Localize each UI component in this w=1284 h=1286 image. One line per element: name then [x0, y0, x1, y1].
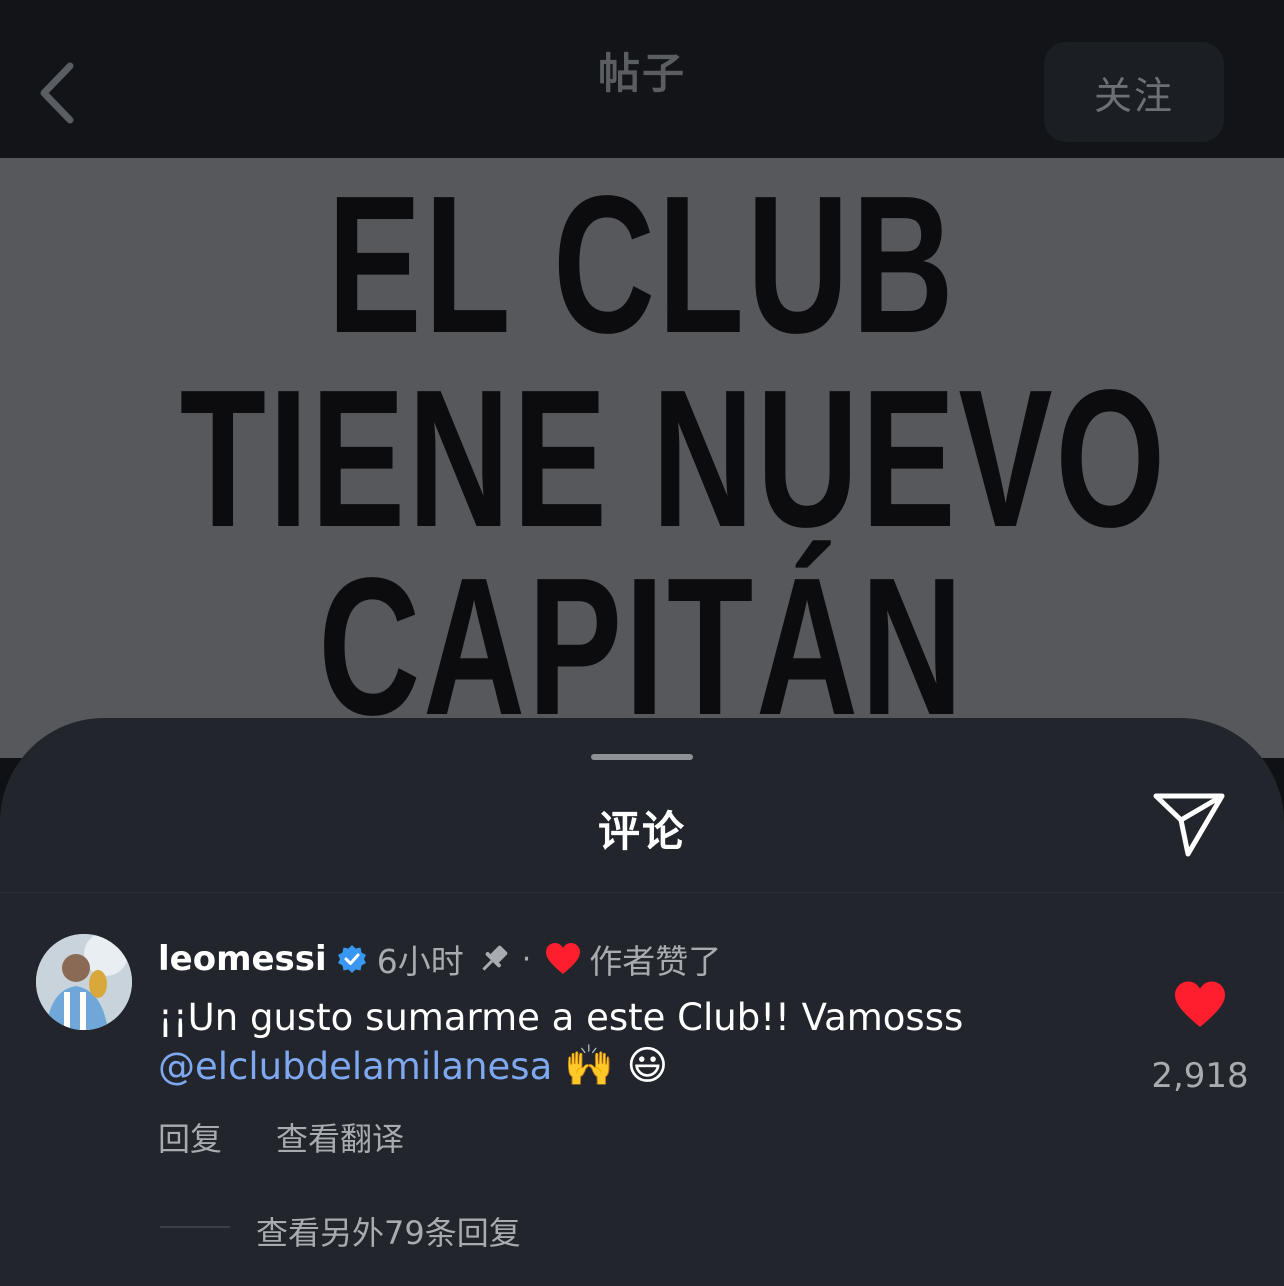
reply-button[interactable]: 回复: [158, 1114, 222, 1160]
post-image: EL CLUB TIENE NUEVO CAPITÁN: [0, 158, 1284, 758]
comment-text: ¡¡Un gusto sumarme a este Club!! Vamosss: [158, 996, 964, 1039]
author-liked-label: 作者赞了: [589, 942, 722, 981]
follow-button[interactable]: 关注: [1044, 42, 1224, 142]
sheet-divider: [0, 892, 1284, 893]
post-headline-line-1: EL CLUB: [327, 158, 957, 374]
share-button[interactable]: [1150, 790, 1228, 860]
comment-timestamp: 6小时: [376, 942, 464, 981]
mention-link[interactable]: @elclubdelamilanesa: [158, 1045, 552, 1088]
top-navigation-bar: 帖子 关注: [0, 0, 1284, 158]
avatar-photo: [36, 934, 132, 1030]
view-more-replies-button[interactable]: 查看另外79条回复: [256, 1208, 521, 1254]
replies-divider-line: [160, 1226, 230, 1228]
paper-plane-icon: [1153, 793, 1225, 857]
pin-icon: [482, 945, 508, 971]
comment-username[interactable]: leomessi: [158, 939, 327, 979]
like-count: 2,918: [1151, 1056, 1249, 1096]
see-translation-button[interactable]: 查看翻译: [276, 1114, 404, 1160]
heart-icon: [1175, 981, 1225, 1028]
heart-icon: [546, 943, 581, 974]
comments-sheet: 评论 leomessi 6小时 · 作者赞了 ¡¡Un gusto sumarm…: [0, 718, 1284, 1286]
meta-separator: ·: [521, 941, 532, 977]
like-button[interactable]: [1172, 980, 1228, 1030]
comments-title: 评论: [597, 807, 686, 856]
verified-badge-icon: [337, 945, 366, 973]
avatar[interactable]: [36, 934, 132, 1030]
sheet-drag-handle[interactable]: [591, 754, 693, 760]
comment-meta: leomessi 6小时 · 作者赞了: [158, 934, 721, 984]
comment-body: ¡¡Un gusto sumarme a este Club!! Vamosss…: [158, 994, 1098, 1091]
comment-emojis: 🙌 😃: [564, 1043, 669, 1089]
